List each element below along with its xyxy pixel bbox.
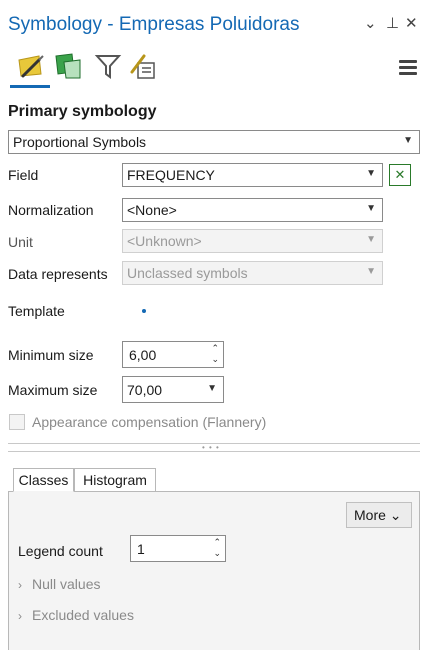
maximum-size-dropdown[interactable]: 70,00 ▼ [122, 376, 224, 403]
chevron-down-icon: ▼ [366, 168, 376, 179]
primary-symbology-icon[interactable] [17, 50, 45, 80]
expression-builder-icon[interactable]: ✕ [389, 164, 411, 186]
field-label: Field [8, 167, 39, 183]
hamburger-icon[interactable] [399, 60, 417, 76]
chevron-down-icon: ▼ [207, 383, 217, 394]
pane-titlebar: Symbology - Empresas Poluidoras ⌄ ⊥ ✕ [0, 0, 426, 50]
unit-label: Unit [8, 234, 33, 250]
pane-title: Symbology - Empresas Poluidoras [8, 14, 300, 35]
symbol-layer-drawing-icon[interactable] [130, 50, 158, 80]
symbology-method-value: Proportional Symbols [13, 134, 147, 150]
stepper-arrows-icon[interactable]: ⌃ ⌄ [213, 537, 221, 559]
minimum-size-value: 6,00 [129, 347, 157, 363]
minimum-size-stepper[interactable]: 6,00 ⌃ ⌄ [122, 341, 224, 368]
template-symbol[interactable] [142, 309, 146, 313]
pane-options-chevron-icon[interactable]: ⌄ [364, 14, 377, 32]
section-title: Primary symbology [8, 103, 157, 120]
vary-symbology-icon[interactable] [54, 50, 82, 80]
data-represents-label: Data represents [8, 266, 108, 282]
normalization-label: Normalization [8, 202, 94, 218]
maximum-size-label: Maximum size [8, 382, 98, 398]
unit-value: <Unknown> [127, 233, 202, 249]
maximum-size-value: 70,00 [127, 382, 163, 398]
active-tool-indicator [10, 85, 50, 88]
null-values-expander[interactable]: › Null values [18, 576, 100, 592]
appearance-compensation-checkbox[interactable] [9, 414, 25, 430]
excluded-values-label: Excluded values [32, 607, 134, 623]
splitter-line [8, 451, 420, 452]
field-value: FREQUENCY [127, 167, 215, 183]
tab-histogram[interactable]: Histogram [74, 468, 156, 492]
chevron-down-icon: ▼ [366, 203, 376, 214]
close-icon[interactable]: ✕ [405, 14, 418, 32]
legend-count-label: Legend count [18, 543, 103, 559]
tab-classes[interactable]: Classes [13, 468, 74, 492]
filter-icon[interactable] [94, 50, 122, 80]
chevron-right-icon: › [18, 609, 22, 623]
more-button[interactable]: More ⌄ [346, 502, 412, 528]
chevron-down-icon: ▼ [366, 266, 376, 277]
chevron-right-icon: › [18, 578, 22, 592]
data-represents-dropdown: Unclassed symbols ▼ [122, 261, 383, 285]
chevron-down-icon: ▼ [403, 135, 413, 146]
template-label: Template [8, 303, 65, 319]
unit-dropdown: <Unknown> ▼ [122, 229, 383, 253]
normalization-dropdown[interactable]: <None> ▼ [122, 198, 383, 222]
symbology-method-dropdown[interactable]: Proportional Symbols ▼ [8, 130, 420, 154]
legend-count-stepper[interactable]: 1 ⌃ ⌄ [130, 535, 226, 562]
legend-count-value: 1 [137, 541, 145, 557]
normalization-value: <None> [127, 202, 177, 218]
chevron-down-icon: ▼ [366, 234, 376, 245]
appearance-compensation-label: Appearance compensation (Flannery) [32, 414, 267, 430]
stepper-arrows-icon[interactable]: ⌃ ⌄ [211, 343, 219, 365]
minimum-size-label: Minimum size [8, 347, 94, 363]
field-dropdown[interactable]: FREQUENCY ▼ [122, 163, 383, 187]
data-represents-value: Unclassed symbols [127, 265, 248, 281]
excluded-values-expander[interactable]: › Excluded values [18, 607, 134, 623]
pin-icon[interactable]: ⊥ [386, 14, 399, 32]
symbology-toolbar [0, 50, 426, 90]
null-values-label: Null values [32, 576, 101, 592]
